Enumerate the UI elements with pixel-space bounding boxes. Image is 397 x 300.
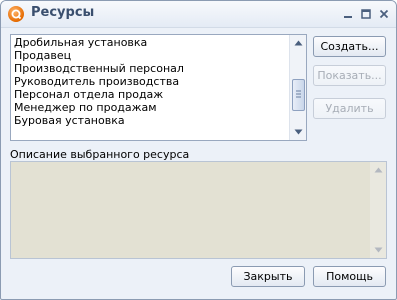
help-button[interactable]: Помощь <box>313 266 386 287</box>
delete-button[interactable]: Удалить <box>313 98 386 119</box>
window-title: Ресурсы <box>31 5 95 20</box>
close-icon[interactable] <box>377 7 391 21</box>
description-label: Описание выбранного ресурса <box>10 148 190 161</box>
scroll-up-arrow-icon[interactable] <box>370 163 386 177</box>
scrollbar-thumb[interactable] <box>292 79 305 111</box>
list-item[interactable]: Дробильная установка <box>14 36 288 49</box>
list-item[interactable]: Буровая установка <box>14 114 288 127</box>
description-field[interactable] <box>10 161 387 259</box>
app-logo-icon <box>8 6 24 22</box>
list-item[interactable]: Производственный персонал <box>14 62 288 75</box>
resources-list-items: Дробильная установка Продавец Производст… <box>14 36 288 127</box>
list-item[interactable]: Персонал отдела продаж <box>14 88 288 101</box>
list-item[interactable]: Менеджер по продажам <box>14 101 288 114</box>
scroll-down-arrow-icon[interactable] <box>290 125 306 139</box>
maximize-icon[interactable] <box>359 7 373 21</box>
list-vertical-scrollbar[interactable] <box>289 35 306 140</box>
list-item[interactable]: Руководитель производства <box>14 75 288 88</box>
resources-dialog: Ресурсы Дробильная установка Продавец Пр… <box>0 0 397 300</box>
close-button[interactable]: Закрыть <box>231 266 305 287</box>
description-vertical-scrollbar[interactable] <box>370 162 386 258</box>
dialog-content: Дробильная установка Продавец Производст… <box>1 28 396 299</box>
resources-list[interactable]: Дробильная установка Продавец Производст… <box>10 34 307 141</box>
show-button[interactable]: Показать... <box>313 65 386 86</box>
create-button[interactable]: Создать... <box>313 36 386 57</box>
scroll-down-arrow-icon[interactable] <box>370 243 386 257</box>
title-bar[interactable]: Ресурсы <box>1 1 396 28</box>
list-item[interactable]: Продавец <box>14 49 288 62</box>
scroll-up-arrow-icon[interactable] <box>290 36 306 50</box>
minimize-icon[interactable] <box>341 7 355 21</box>
